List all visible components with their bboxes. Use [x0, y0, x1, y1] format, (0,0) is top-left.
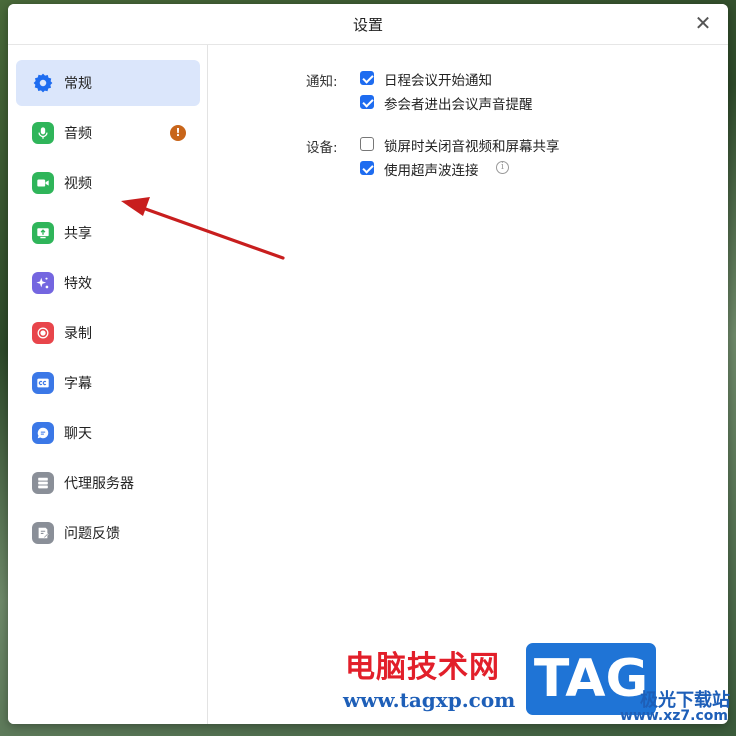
record-icon [32, 322, 54, 344]
sidebar-item-label: 视频 [64, 176, 92, 192]
settings-content: 通知: 日程会议开始通知 参会者进出会议声音提醒 设备: 锁屏时关闭音视频和屏幕… [208, 45, 728, 724]
checkbox-checked[interactable] [360, 95, 374, 109]
sidebar-item-label: 代理服务器 [64, 476, 134, 492]
window-title: 设置 [352, 16, 383, 34]
watermark-cn-text: 电脑技术网 [345, 650, 500, 685]
warning-badge: ! [170, 125, 186, 141]
sidebar-item-recording[interactable]: 录制 [16, 310, 200, 356]
close-button[interactable]: ✕ [692, 12, 714, 34]
checkbox-unchecked[interactable] [360, 137, 374, 151]
sidebar-item-audio[interactable]: 音频 ! [16, 110, 200, 156]
sidebar-item-label: 字幕 [64, 376, 92, 392]
sidebar-item-general[interactable]: 常规 [16, 60, 200, 106]
option-label: 使用超声波连接 [384, 163, 479, 179]
sidebar-item-share[interactable]: 共享 [16, 210, 200, 256]
device-group-label: 设备: [306, 140, 338, 156]
checkbox-checked[interactable] [360, 71, 374, 85]
captions-icon [32, 372, 54, 394]
microphone-icon [32, 122, 54, 144]
sidebar-item-label: 特效 [64, 276, 92, 292]
sidebar-item-label: 问题反馈 [64, 526, 120, 542]
info-icon[interactable]: i [496, 161, 509, 174]
sidebar-item-label: 录制 [64, 326, 92, 342]
server-icon [32, 472, 54, 494]
gear-icon [32, 72, 54, 94]
option-label: 锁屏时关闭音视频和屏幕共享 [384, 139, 560, 155]
watermark-url: www.tagxp.com [343, 688, 516, 712]
option-label: 日程会议开始通知 [384, 73, 492, 89]
settings-window: 设置 ✕ 常规 音频 ! 视频 共享 特效 录制 字幕 聊天 代理服务器 问题反… [8, 4, 728, 724]
screen-share-icon [32, 222, 54, 244]
sidebar-item-feedback[interactable]: 问题反馈 [16, 510, 200, 556]
sidebar-item-captions[interactable]: 字幕 [16, 360, 200, 406]
chat-bubble-icon [32, 422, 54, 444]
sidebar-item-effects[interactable]: 特效 [16, 260, 200, 306]
checkbox-checked[interactable] [360, 161, 374, 175]
settings-sidebar: 常规 音频 ! 视频 共享 特效 录制 字幕 聊天 代理服务器 问题反馈 [8, 45, 208, 724]
option-label: 参会者进出会议声音提醒 [384, 97, 533, 113]
sidebar-item-label: 聊天 [64, 426, 92, 442]
watermark-site-url: www.xz7.com [620, 708, 728, 724]
video-camera-icon [32, 172, 54, 194]
sidebar-item-video[interactable]: 视频 [16, 160, 200, 206]
sidebar-item-label: 常规 [64, 76, 92, 92]
sidebar-item-label: 音频 [64, 126, 92, 142]
sidebar-item-chat[interactable]: 聊天 [16, 410, 200, 456]
sparkle-icon [32, 272, 54, 294]
sidebar-item-proxy[interactable]: 代理服务器 [16, 460, 200, 506]
title-bar: 设置 ✕ [8, 4, 728, 45]
notify-group-label: 通知: [306, 74, 338, 90]
sidebar-item-label: 共享 [64, 226, 92, 242]
feedback-icon [32, 522, 54, 544]
watermark-tag-logo: TAG [523, 640, 659, 718]
